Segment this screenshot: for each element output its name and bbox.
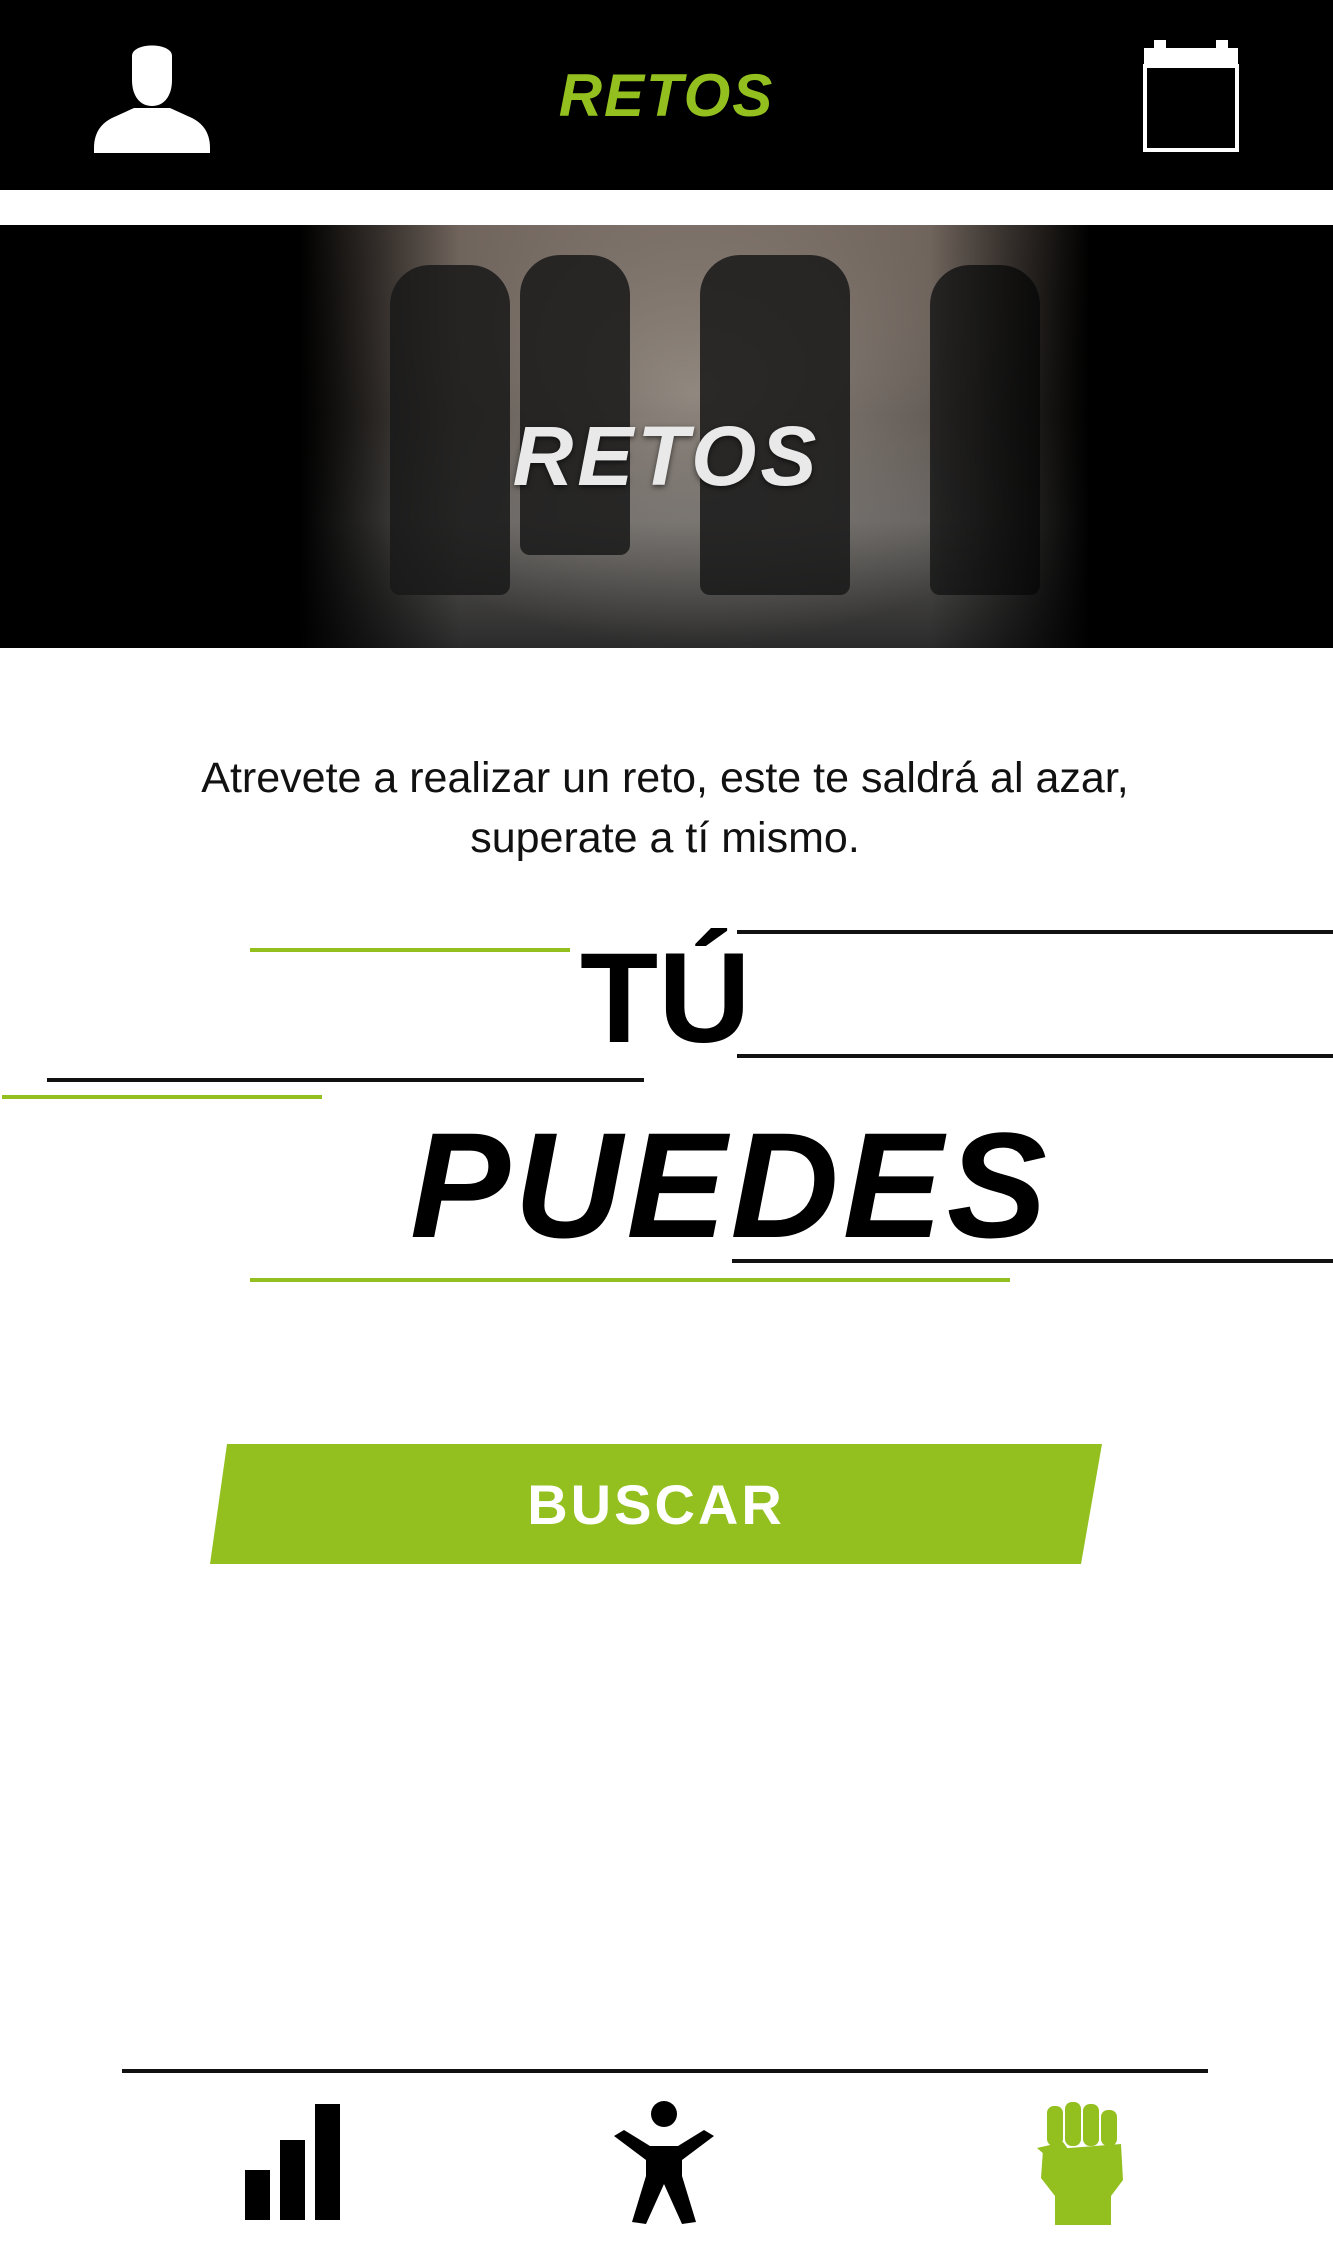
slogan-line (250, 1278, 1010, 1282)
calendar-button[interactable] (1140, 38, 1242, 153)
person-exercise-icon (614, 2101, 714, 2224)
intro-text: Atrevete a realizar un reto, este te sal… (100, 748, 1230, 868)
hero-title: RETOS (512, 409, 821, 503)
slogan-line-2: PUEDES (410, 1101, 1051, 1269)
slogan-line-1: TÚ (580, 927, 751, 1070)
slogan-line (250, 948, 570, 952)
intro-line-2: superate a tí mismo. (470, 814, 860, 862)
calendar-icon (1143, 40, 1239, 152)
bar-chart-icon (245, 2104, 340, 2220)
hero-banner: RETOS (0, 225, 1333, 648)
intro-line-1: Atrevete a realizar un reto, este te sal… (201, 754, 1129, 802)
user-icon (94, 45, 210, 153)
slogan-line (47, 1078, 644, 1082)
slogan-line (737, 1054, 1333, 1058)
app-header: RETOS (0, 0, 1333, 190)
nav-item-stats[interactable] (245, 2100, 340, 2225)
profile-button[interactable] (92, 38, 212, 153)
nav-item-exercises[interactable] (612, 2100, 717, 2230)
fist-icon (1037, 2102, 1123, 2225)
search-button-label: BUSCAR (527, 1472, 785, 1536)
slogan-line (2, 1095, 322, 1099)
search-button[interactable]: BUSCAR (210, 1444, 1102, 1564)
bottom-nav-divider (122, 2069, 1208, 2073)
slogan-line (737, 930, 1333, 934)
nav-item-challenges[interactable] (1033, 2100, 1128, 2230)
